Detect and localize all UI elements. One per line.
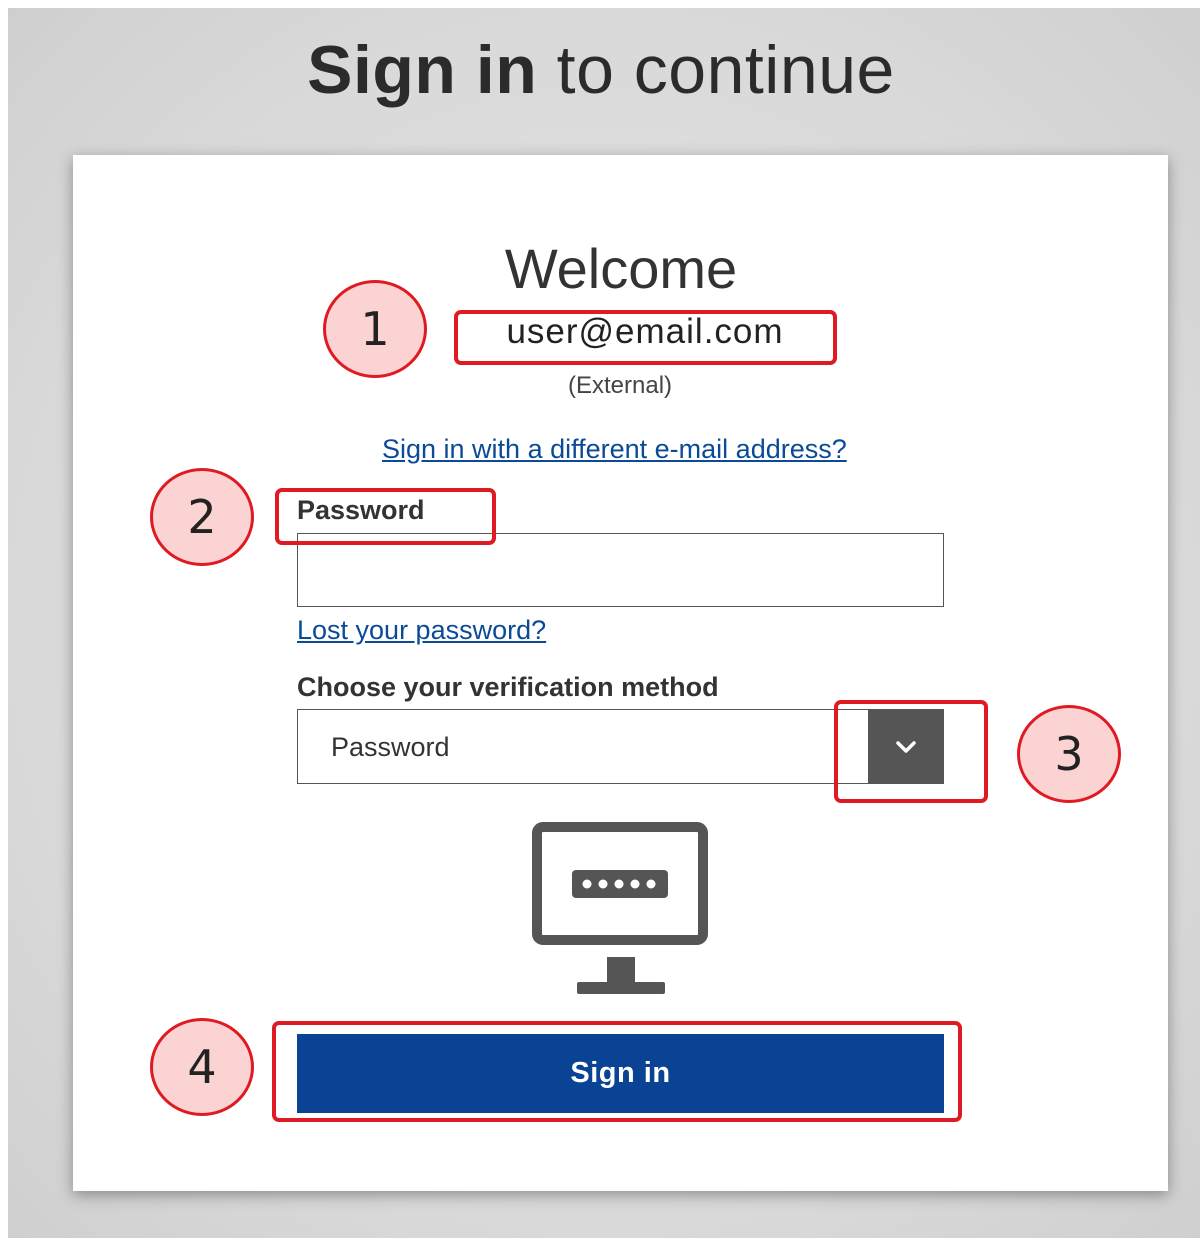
annotation-callout-2: 2 [150, 468, 254, 566]
annotation-callout-3: 3 [1017, 705, 1121, 803]
annotation-callout-4: 4 [150, 1018, 254, 1116]
monitor-password-icon [532, 822, 708, 994]
annotation-box-email [454, 310, 837, 365]
account-type-label: (External) [567, 372, 673, 399]
lost-password-link[interactable]: Lost your password? [297, 613, 546, 647]
page-title: Sign in to continue [0, 30, 1202, 110]
welcome-title: Welcome [504, 237, 738, 300]
page-title-rest: to continue [537, 32, 895, 108]
verification-method-value: Password [331, 732, 450, 762]
verification-method-label: Choose your verification method [297, 672, 719, 702]
annotation-callout-1: 1 [323, 280, 427, 378]
annotation-box-signin [272, 1021, 962, 1122]
annotation-box-dropdown [834, 700, 988, 803]
page-title-bold: Sign in [307, 32, 538, 108]
annotation-box-password-label [275, 488, 496, 545]
different-email-link[interactable]: Sign in with a different e-mail address? [382, 432, 847, 466]
